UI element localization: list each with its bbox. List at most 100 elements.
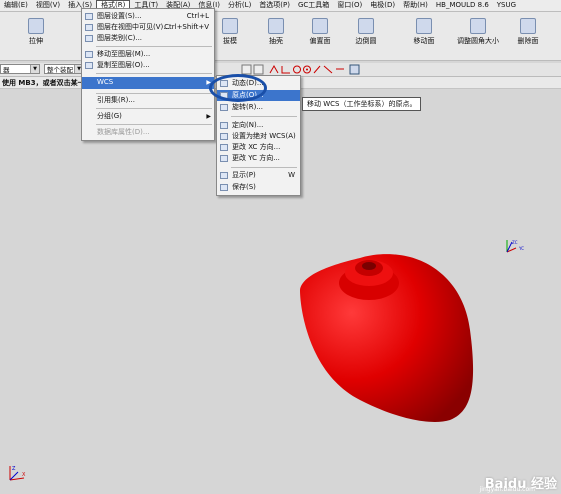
move-face-button[interactable]: 移动面 xyxy=(404,18,444,46)
watermark-url-text: jingyan.baidu.com xyxy=(479,486,535,493)
offset-face-button[interactable]: 偏置面 xyxy=(300,18,340,46)
menu-window[interactable]: 窗口(O) xyxy=(333,0,366,11)
yc-label: YC xyxy=(518,246,524,251)
resize-blend-icon xyxy=(470,18,486,34)
move-face-label: 移动面 xyxy=(413,37,435,45)
absolute-triad: Z X xyxy=(9,466,26,481)
tooltip: 移动 WCS（工作坐标系）的原点。 xyxy=(302,97,422,111)
offset-face-label: 偏置面 xyxy=(309,37,331,45)
menu-item-wcs-save[interactable]: 保存(S) xyxy=(217,182,300,193)
watermark-url: jingyan.baidu.com xyxy=(480,486,535,493)
edge-blend-label: 边倒圆 xyxy=(355,37,377,45)
wcs-triad: ZC YC xyxy=(506,240,524,253)
menu-view[interactable]: 视图(V) xyxy=(32,0,64,11)
draft-label: 拔模 xyxy=(223,37,237,45)
menu-item-group[interactable]: 分组(G) ▶ xyxy=(82,111,214,122)
menu-item-shortcut: W xyxy=(288,171,295,179)
display-icon xyxy=(220,172,228,179)
menu-item-label: WCS xyxy=(97,78,114,86)
layer-settings-icon xyxy=(85,13,93,20)
extrude-button[interactable]: 拉伸 xyxy=(16,18,56,46)
menu-item-change-xc[interactable]: 更改 XC 方向... xyxy=(217,142,300,153)
menu-item-label: 引用集(R)... xyxy=(97,96,136,104)
delete-face-button[interactable]: 删除面 xyxy=(508,18,548,46)
menu-item-wcs-orient[interactable]: 定向(N)... xyxy=(217,120,300,131)
menu-item-label: 显示(P) xyxy=(232,171,256,179)
format-menu: 图层设置(S)... Ctrl+L 图层在视图中可见(V)... Ctrl+Shif… xyxy=(81,8,215,141)
menu-item-wcs[interactable]: WCS ▶ xyxy=(82,77,214,89)
shell-icon xyxy=(268,18,284,34)
menu-help[interactable]: 帮助(H) xyxy=(399,0,432,11)
menu-preferences[interactable]: 首选项(P) xyxy=(255,0,294,11)
tooltip-text: 移动 WCS（工作坐标系）的原点。 xyxy=(307,100,417,108)
zc-label: ZC xyxy=(512,240,518,245)
status-text: 使用 MB3，或者双击某一对 xyxy=(2,79,92,87)
resize-blend-label: 调整圆角大小 xyxy=(457,37,499,45)
menu-item-copy-to-layer[interactable]: 复制至图层(O)... xyxy=(82,60,214,71)
layer-category-icon xyxy=(85,35,93,42)
menu-separator xyxy=(231,116,297,117)
extrude-label: 拉伸 xyxy=(29,37,43,45)
chevron-down-icon: ▼ xyxy=(30,65,39,73)
type-filter-select[interactable]: 器 ▼ xyxy=(0,64,40,74)
menu-item-layer-category[interactable]: 图层类别(C)... xyxy=(82,33,214,44)
absolute-wcs-icon xyxy=(220,133,228,140)
z-label: Z xyxy=(12,466,16,472)
orient-icon xyxy=(220,122,228,129)
menu-separator xyxy=(96,108,212,109)
menu-item-label: 数据库属性(D)... xyxy=(97,128,150,136)
menu-ysug[interactable]: YSUG xyxy=(493,0,520,11)
menu-electrode[interactable]: 电极(D) xyxy=(366,0,399,11)
menu-item-reference-sets[interactable]: 引用集(R)... xyxy=(82,95,214,106)
edge-blend-icon xyxy=(358,18,374,34)
menu-separator xyxy=(96,73,212,74)
menu-item-change-yc[interactable]: 更改 YC 方向... xyxy=(217,153,300,164)
shell-label: 抽壳 xyxy=(269,37,283,45)
menu-gc-toolbox[interactable]: GC工具箱 xyxy=(294,0,333,11)
menu-hb-mould[interactable]: HB_MOULD 8.6 xyxy=(432,0,493,11)
selection-scope-select[interactable]: 整个装配 ▼ xyxy=(44,64,84,74)
type-filter-value: 器 xyxy=(3,66,10,74)
menu-item-wcs-display[interactable]: 显示(P) W xyxy=(217,170,300,181)
menu-analysis[interactable]: 分析(L) xyxy=(224,0,255,11)
red-solid-body[interactable] xyxy=(300,254,474,422)
menu-item-wcs-absolute[interactable]: 设置为绝对 WCS(A) xyxy=(217,131,300,142)
delete-face-label: 删除面 xyxy=(517,37,539,45)
change-yc-icon xyxy=(220,155,228,162)
menu-item-label: 保存(S) xyxy=(232,183,256,191)
copy-to-layer-icon xyxy=(85,62,93,69)
annotation-circle xyxy=(209,74,267,102)
menu-edit[interactable]: 编辑(E) xyxy=(0,0,32,11)
shell-button[interactable]: 抽壳 xyxy=(256,18,296,46)
menu-item-label: 移动至图层(M)... xyxy=(97,50,151,58)
menu-item-label: 定向(N)... xyxy=(232,121,264,129)
menu-item-label: 更改 YC 方向... xyxy=(232,154,280,162)
resize-blend-button[interactable]: 调整圆角大小 xyxy=(452,18,504,46)
snap-toolbar xyxy=(241,64,360,75)
selection-scope-value: 整个装配 xyxy=(47,66,73,74)
extrude-icon xyxy=(28,18,44,34)
menu-item-wcs-rotate[interactable]: 旋转(R)... xyxy=(217,102,300,113)
submenu-arrow-icon: ▶ xyxy=(206,113,211,120)
layer-visible-icon xyxy=(85,24,93,31)
menu-separator xyxy=(231,167,297,168)
draft-button[interactable]: 拔模 xyxy=(210,18,250,46)
menu-item-layer-visible[interactable]: 图层在视图中可见(V)... Ctrl+Shift+V xyxy=(82,22,214,33)
delete-face-icon xyxy=(520,18,536,34)
rotate-icon xyxy=(220,104,228,111)
menu-item-layer-settings[interactable]: 图层设置(S)... Ctrl+L xyxy=(82,11,214,22)
menu-item-shortcut: Ctrl+Shift+V xyxy=(164,23,209,31)
move-to-layer-icon xyxy=(85,51,93,58)
menu-item-shortcut: Ctrl+L xyxy=(186,12,209,20)
menu-item-label: 分组(G) xyxy=(97,112,122,120)
menu-item-label: 图层设置(S)... xyxy=(97,12,142,20)
change-xc-icon xyxy=(220,144,228,151)
menu-item-label: 旋转(R)... xyxy=(232,103,264,111)
x-label: X xyxy=(22,472,26,478)
edge-blend-button[interactable]: 边倒圆 xyxy=(346,18,386,46)
menu-separator xyxy=(96,93,212,94)
offset-face-icon xyxy=(312,18,328,34)
menu-item-label: 更改 XC 方向... xyxy=(232,143,281,151)
menu-item-move-to-layer[interactable]: 移动至图层(M)... xyxy=(82,49,214,60)
menu-item-label: 图层在视图中可见(V)... xyxy=(97,23,170,31)
